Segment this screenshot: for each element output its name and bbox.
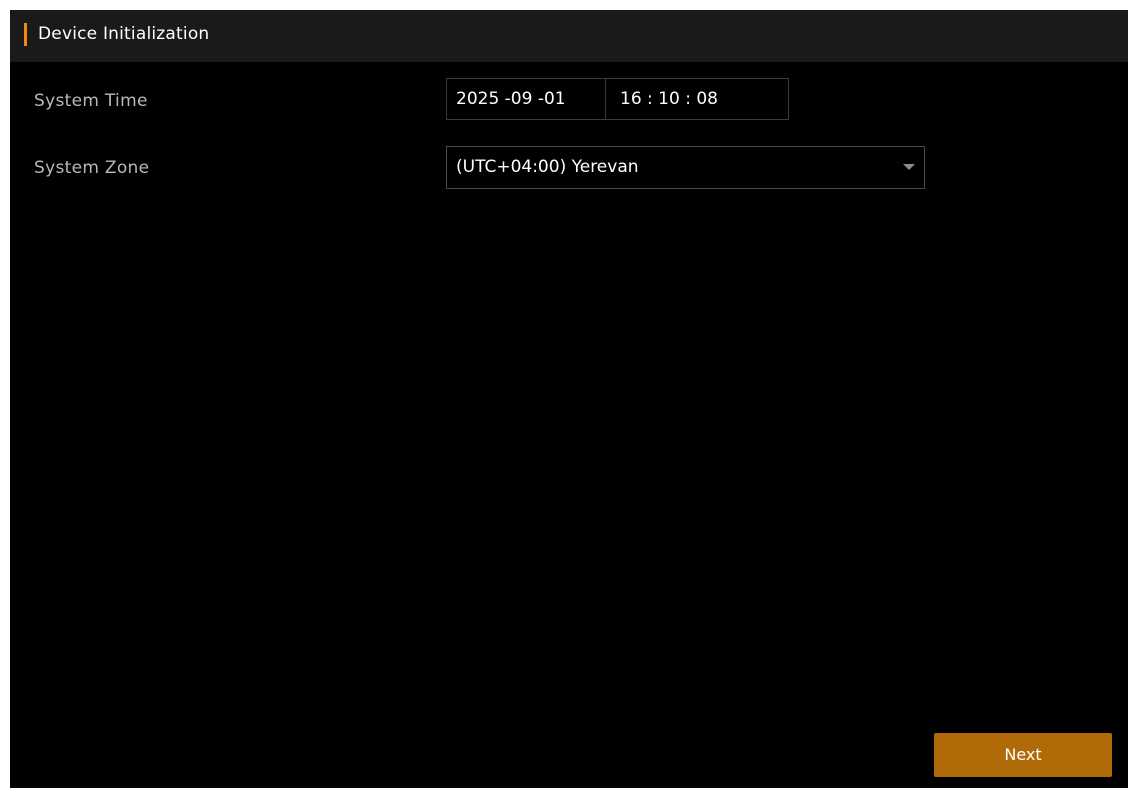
next-button[interactable]: Next [934, 733, 1112, 777]
chevron-down-icon[interactable] [903, 164, 915, 170]
title-bar: Device Initialization [10, 10, 1128, 62]
system-zone-value: (UTC+04:00) Yerevan [456, 157, 639, 177]
title-accent-bar [24, 23, 27, 46]
time-input[interactable]: 16 : 10 : 08 [620, 87, 718, 111]
system-time-label: System Time [34, 91, 148, 111]
system-zone-label: System Zone [34, 158, 150, 178]
date-time-divider [605, 79, 606, 119]
page-title: Device Initialization [38, 24, 210, 44]
device-initialization-window: Device Initialization System Time 2025 -… [10, 10, 1128, 788]
date-input[interactable]: 2025 -09 -01 [456, 87, 566, 111]
system-time-field[interactable]: 2025 -09 -01 16 : 10 : 08 [446, 78, 789, 120]
system-zone-select[interactable]: (UTC+04:00) Yerevan [446, 146, 925, 189]
